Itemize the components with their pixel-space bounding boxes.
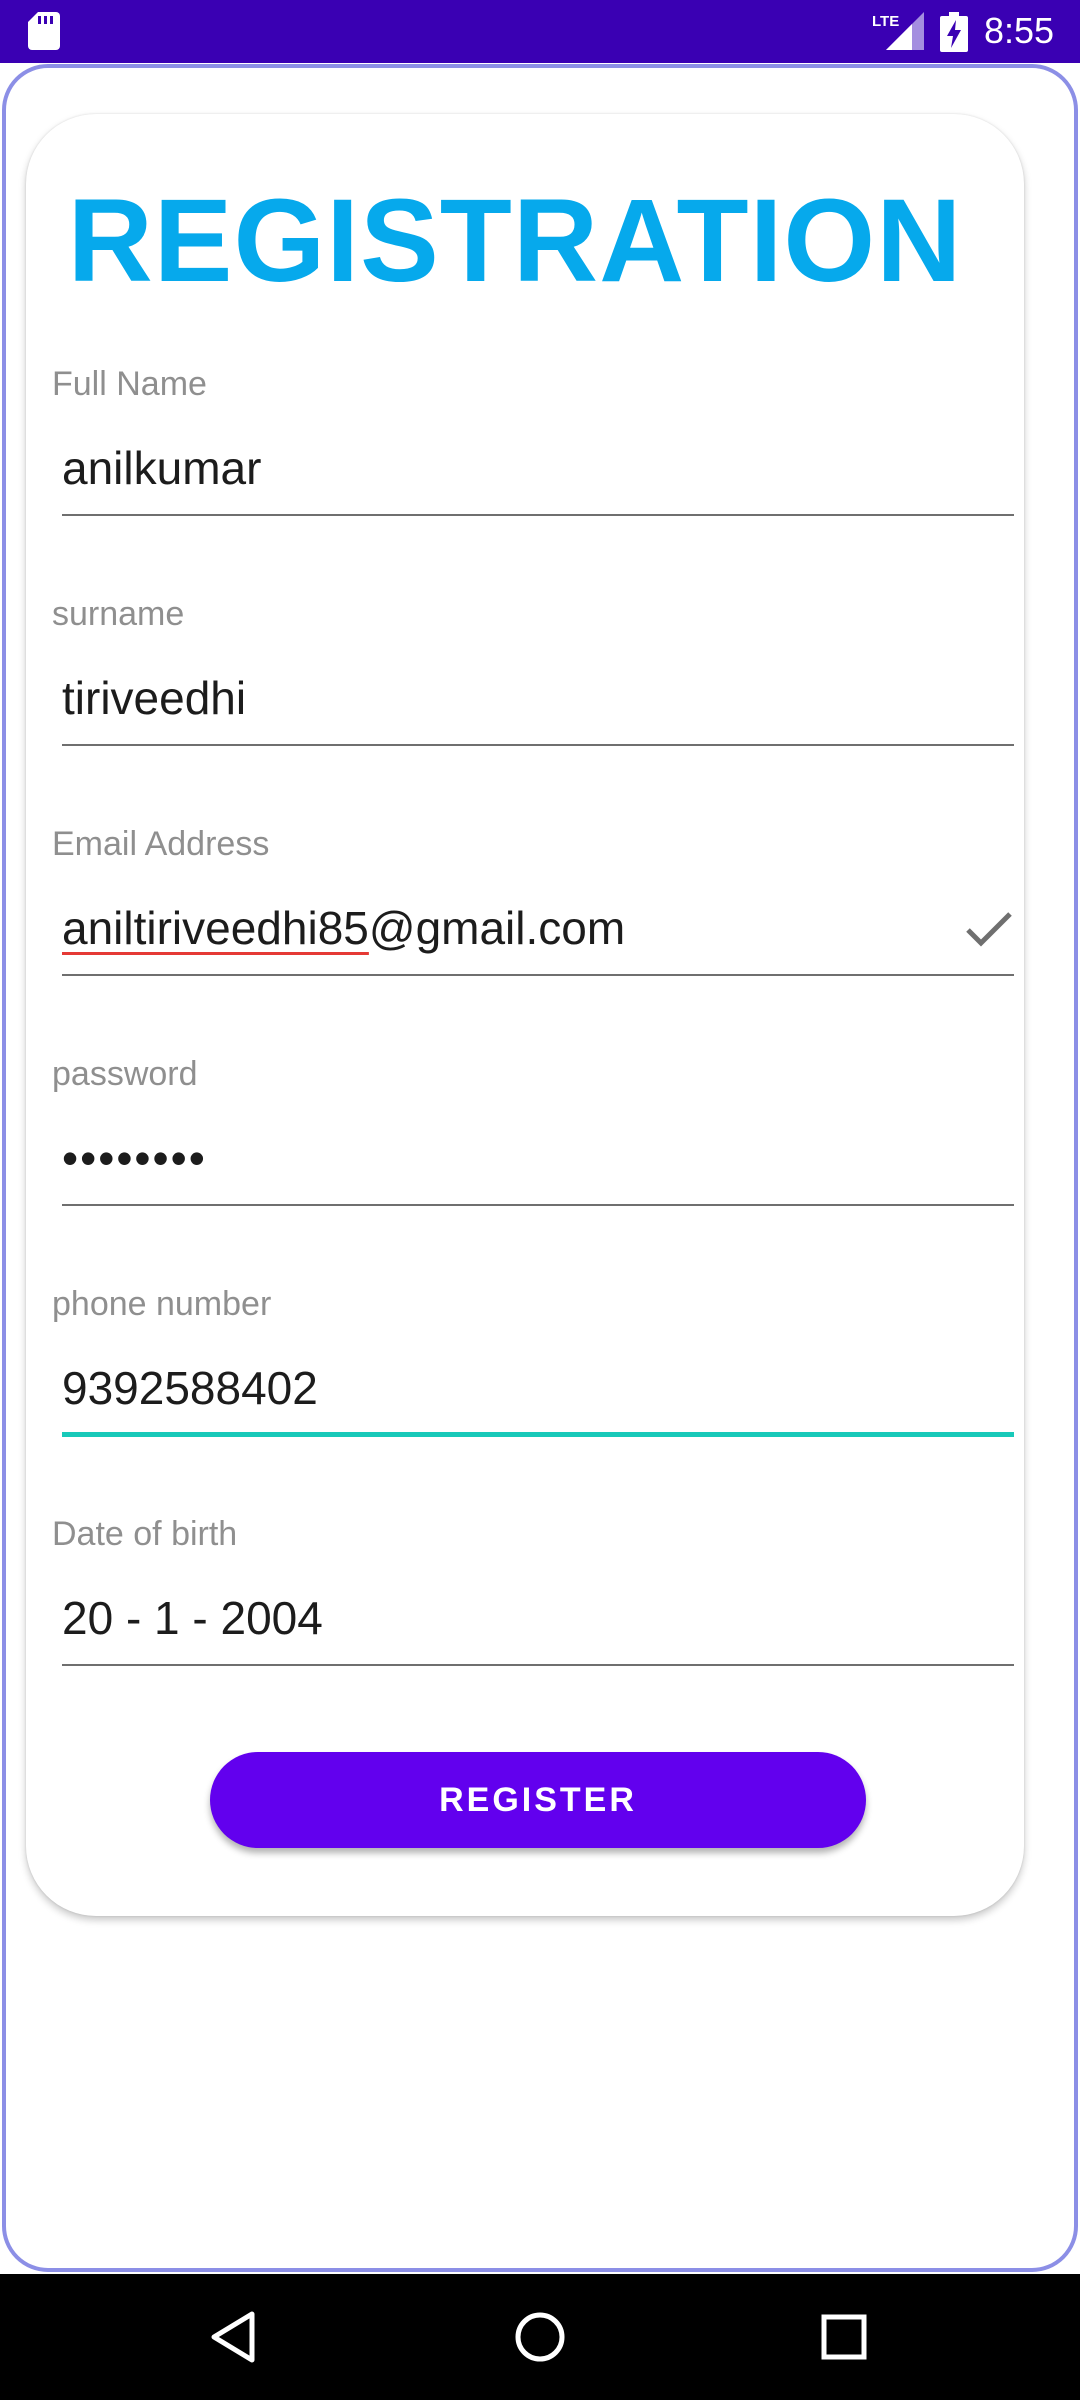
email-misspelled-part: aniltiriveedhi85 — [62, 902, 369, 954]
date-of-birth-label: Date of birth — [52, 1515, 238, 1553]
check-icon — [966, 912, 1012, 947]
surname-label: surname — [52, 595, 185, 633]
full-name-underline — [62, 514, 1014, 516]
phone-number-underline-focused — [62, 1432, 1014, 1437]
email-field[interactable]: Email Address aniltiriveedhi85@gmail.com — [52, 824, 1014, 984]
full-name-input[interactable]: anilkumar — [62, 440, 261, 496]
email-label: Email Address — [52, 825, 270, 863]
password-label: password — [52, 1055, 198, 1093]
date-of-birth-field[interactable]: Date of birth 20 - 1 - 2004 — [52, 1514, 1014, 1674]
surname-underline — [62, 744, 1014, 746]
status-bar: LTE 8:55 — [0, 0, 1080, 63]
sd-card-icon — [28, 12, 60, 50]
surname-input[interactable]: tiriveedhi — [62, 670, 246, 726]
password-field[interactable]: password •••••••• — [52, 1054, 1014, 1214]
recents-icon[interactable] — [811, 2304, 877, 2370]
lte-signal-icon: LTE — [872, 12, 924, 50]
surname-field[interactable]: surname tiriveedhi — [52, 594, 1014, 754]
back-icon[interactable] — [202, 2304, 268, 2370]
full-name-label: Full Name — [52, 365, 207, 403]
email-underline — [62, 974, 1014, 976]
phone-number-input[interactable]: 9392588402 — [62, 1360, 318, 1416]
password-input[interactable]: •••••••• — [62, 1130, 207, 1186]
status-clock: 8:55 — [984, 10, 1055, 51]
register-button[interactable]: REGISTER — [210, 1752, 866, 1848]
password-underline — [62, 1204, 1014, 1206]
email-input[interactable]: aniltiriveedhi85@gmail.com — [62, 900, 625, 956]
navigation-bar — [0, 2274, 1080, 2400]
home-icon[interactable] — [507, 2304, 573, 2370]
page-title: REGISTRATION — [67, 175, 963, 307]
date-of-birth-input[interactable]: 20 - 1 - 2004 — [62, 1590, 323, 1646]
email-domain-part: @gmail.com — [368, 902, 626, 954]
phone-number-label: phone number — [52, 1285, 272, 1323]
battery-charging-icon — [940, 12, 968, 52]
phone-number-field[interactable]: phone number 9392588402 — [52, 1284, 1014, 1444]
date-of-birth-underline — [62, 1664, 1014, 1666]
full-name-field[interactable]: Full Name anilkumar — [52, 364, 1014, 524]
svg-text:LTE: LTE — [872, 13, 899, 30]
